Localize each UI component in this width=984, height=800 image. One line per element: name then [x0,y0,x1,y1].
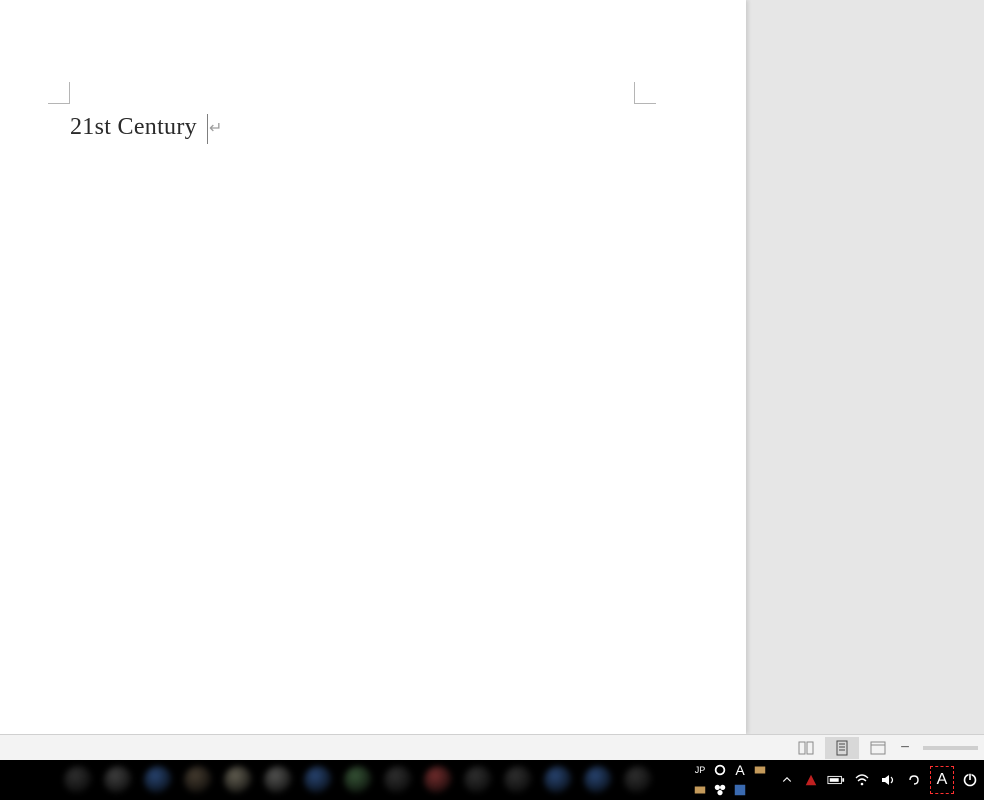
app-blob-icon [584,766,612,794]
tray-ime-mode-button[interactable]: A [930,766,954,794]
box-icon [753,763,767,777]
page-icon [834,740,850,756]
taskbar-app-12[interactable] [500,762,536,798]
app-blob-icon [184,766,212,794]
tray-language-indicator[interactable]: JP [690,760,710,780]
power-icon [962,772,978,788]
taskbar-app-7[interactable] [300,762,336,798]
taskbar-app-15[interactable] [620,762,656,798]
tray-app-icon-2[interactable] [750,760,770,780]
view-print-layout-button[interactable] [825,737,859,759]
person-icon [804,773,818,787]
zoom-slider[interactable] [923,746,978,750]
tray-app-icon-7[interactable] [800,770,822,790]
loop-icon [906,772,922,788]
taskbar-app-8[interactable] [340,762,376,798]
cluster-icon [713,783,727,797]
app-blob-icon [104,766,132,794]
tray-volume-icon[interactable] [876,770,900,790]
chevron-up-icon [781,774,793,786]
battery-icon [827,774,845,786]
zoom-out-button[interactable]: − [897,739,913,757]
app-blob-icon [504,766,532,794]
taskbar-app-6[interactable] [260,762,296,798]
status-bar: − [0,734,984,760]
web-icon [870,740,886,756]
book-icon [798,740,814,756]
tray-battery-icon[interactable] [824,770,848,790]
editor-area: 21st Century ↵ [0,0,984,734]
tray-extra-icon[interactable] [902,770,926,790]
taskbar-app-14[interactable] [580,762,616,798]
paragraph-mark-icon: ↵ [209,118,222,138]
tray-app-icon-4[interactable] [710,780,730,800]
app-blob-icon [224,766,252,794]
app-blob-icon [464,766,492,794]
speaker-icon [880,772,896,788]
app-blob-icon [544,766,572,794]
blue-icon [733,783,747,797]
tray-app-icon-3[interactable] [690,780,710,800]
app-root: 21st Century ↵ − [0,0,984,800]
system-tray: JP A [690,760,984,800]
taskbar-app-10[interactable] [420,762,456,798]
tray-show-hidden-icons-button[interactable] [776,770,798,790]
taskbar-app-5[interactable] [220,762,256,798]
taskbar-app-9[interactable] [380,762,416,798]
circle-icon [713,763,727,777]
page-crop-top-right [634,82,656,104]
box2-icon [693,783,707,797]
app-blob-icon [384,766,412,794]
taskbar-app-13[interactable] [540,762,576,798]
app-blob-icon [144,766,172,794]
wifi-icon [854,772,870,788]
taskbar-app-3[interactable] [140,762,176,798]
taskbar: JP A [0,760,984,800]
tray-app-icon-1[interactable] [710,760,730,780]
app-blob-icon [344,766,372,794]
app-blob-icon [264,766,292,794]
taskbar-apps [0,760,690,800]
tray-wifi-icon[interactable] [850,770,874,790]
text-cursor [207,114,208,144]
tray-ime-a-icon[interactable]: A [730,760,750,780]
app-blob-icon [624,766,652,794]
document-page[interactable]: 21st Century ↵ [0,0,746,734]
taskbar-app-4[interactable] [180,762,216,798]
taskbar-app-1[interactable] [60,762,96,798]
page-crop-top-left [48,82,70,104]
app-blob-icon [304,766,332,794]
tray-app-icon-6[interactable] [750,780,770,800]
app-blob-icon [64,766,92,794]
app-blob-icon [424,766,452,794]
taskbar-app-2[interactable] [100,762,136,798]
tray-app-icon-5[interactable] [730,780,750,800]
view-read-mode-button[interactable] [789,737,823,759]
tray-overflow-grid: JP A [690,760,770,800]
taskbar-app-11[interactable] [460,762,496,798]
document-text[interactable]: 21st Century [70,114,197,141]
view-web-layout-button[interactable] [861,737,895,759]
tray-action-center-button[interactable] [958,766,982,794]
